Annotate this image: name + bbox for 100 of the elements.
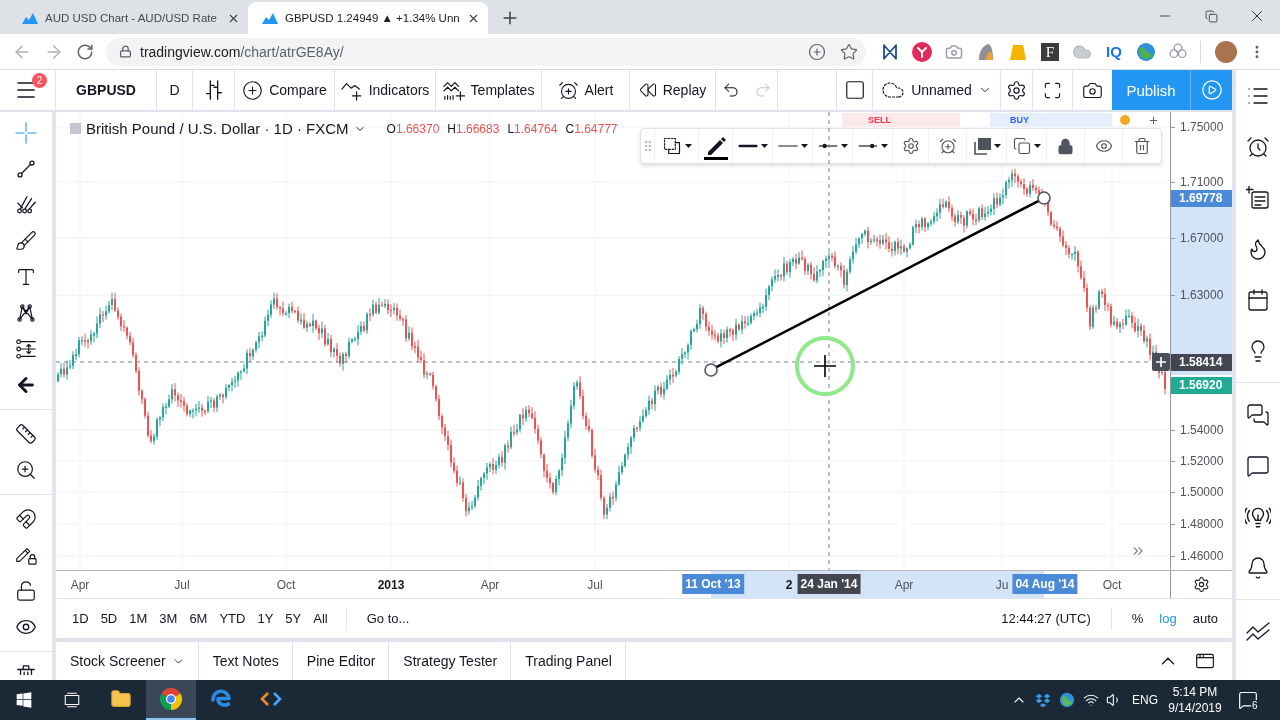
range-button[interactable]: All [307, 611, 334, 626]
wifi-icon[interactable] [1083, 692, 1099, 708]
clock-time[interactable]: 5:14 PM [1172, 685, 1218, 699]
logo-letter[interactable]: F [1041, 42, 1059, 61]
axis-label: Apr [480, 578, 500, 592]
pitchfork-icon[interactable] [15, 194, 37, 216]
go-to-button[interactable]: Go to... [358, 611, 418, 626]
range-button[interactable]: 6M [183, 611, 214, 626]
globe-icon[interactable] [1136, 41, 1156, 62]
axis-label: 1.50000 [1180, 485, 1224, 499]
restore-icon[interactable] [1204, 9, 1218, 23]
hood-logo-icon[interactable] [977, 42, 995, 61]
zoom-in-icon[interactable] [15, 459, 37, 481]
indicators-button[interactable]: Indicators [335, 70, 436, 110]
undo-icon[interactable] [721, 81, 740, 99]
axis-label: 2 [785, 578, 793, 592]
drag-handle[interactable] [1037, 191, 1051, 205]
settings-icon[interactable] [1006, 79, 1027, 101]
ruler-icon[interactable] [15, 423, 37, 445]
logo-text[interactable]: IQ [1106, 43, 1122, 60]
projection-icon[interactable] [15, 338, 37, 360]
line-end-icon[interactable] [857, 143, 878, 149]
replay-button[interactable]: Replay [630, 70, 716, 110]
chat-bubbles-icon[interactable] [1246, 402, 1270, 427]
plus-icon[interactable] [1152, 353, 1170, 371]
globe-icon[interactable] [1059, 692, 1075, 708]
pattern-icon[interactable] [15, 302, 37, 324]
layers-icon[interactable] [972, 137, 991, 155]
axis-label: Oct [1102, 578, 1122, 592]
symbol-search-button[interactable]: GBPUSD [56, 70, 157, 110]
caret-icon[interactable] [800, 144, 808, 148]
alert-button[interactable]: Alert [542, 70, 630, 110]
caret-icon[interactable] [993, 144, 1001, 148]
axis-label: 1.54000 [1180, 423, 1224, 437]
trend-line-icon[interactable] [15, 158, 37, 180]
round-logo-icon[interactable] [912, 41, 932, 62]
caret-icon[interactable] [1033, 144, 1041, 148]
square-icon[interactable] [843, 79, 866, 101]
scale-toggle[interactable]: % [1123, 611, 1152, 626]
play-icon[interactable] [1200, 79, 1223, 101]
task-view-icon[interactable] [63, 691, 81, 709]
templates-button[interactable]: Templates [436, 70, 542, 110]
eye-icon[interactable] [1094, 137, 1113, 155]
range-button[interactable]: 1D [66, 611, 95, 626]
start-menu-icon[interactable] [16, 692, 32, 708]
caret-icon[interactable] [840, 144, 848, 148]
bookmark-star-icon[interactable] [840, 42, 858, 61]
scale-toggle[interactable]: auto [1184, 611, 1226, 626]
browser-button[interactable] [146, 680, 196, 720]
magnet-icon[interactable] [15, 508, 37, 530]
axis-label: Apr [70, 578, 90, 592]
watchlist-icon[interactable] [1246, 185, 1270, 210]
caret-icon[interactable] [880, 144, 888, 148]
axis-label: 1.71000 [1180, 175, 1224, 189]
reload-icon[interactable] [76, 42, 94, 61]
add-circle-icon[interactable] [808, 42, 826, 61]
plus-icon[interactable] [1148, 114, 1159, 126]
interval-button[interactable]: D [157, 70, 193, 110]
lock-icon[interactable] [1057, 137, 1074, 155]
brush-icon[interactable] [15, 230, 37, 252]
caret-icon[interactable] [760, 144, 768, 148]
buy-button[interactable]: BUY [990, 113, 1112, 127]
range-button[interactable]: 1Y [251, 611, 280, 626]
series-title[interactable]: British Pound / U.S. Dollar · 1D · FXCM [86, 120, 349, 137]
date-tag: 24 Jan '14 [797, 574, 861, 594]
range-button[interactable]: 5D [94, 611, 124, 626]
settings-icon[interactable] [1193, 576, 1210, 593]
caret-icon[interactable] [684, 144, 692, 148]
bowtie-logo-icon[interactable] [881, 42, 899, 61]
trash-icon[interactable] [1133, 137, 1151, 155]
padlock-icon[interactable] [15, 580, 37, 602]
bell-icon[interactable] [1246, 555, 1270, 580]
chat-bubble-icon[interactable] [1246, 453, 1270, 478]
layout-button[interactable]: Unnamed [872, 70, 1000, 110]
line-start-icon[interactable] [817, 143, 838, 149]
clock-date[interactable]: 9/14/2019 [1168, 701, 1222, 715]
settings-icon[interactable] [901, 137, 920, 155]
line-width-icon[interactable] [737, 144, 758, 148]
calendar-icon[interactable] [1246, 287, 1270, 312]
square-icon [70, 123, 81, 134]
fullscreen-icon[interactable] [1043, 80, 1062, 100]
language-indicator[interactable]: ENG [1132, 693, 1158, 707]
copy-icon[interactable] [1012, 137, 1031, 155]
range-button[interactable]: 1M [123, 611, 154, 626]
range-button[interactable]: YTD [213, 611, 252, 626]
range-button[interactable]: 5Y [279, 611, 308, 626]
alarm-plus-icon[interactable] [938, 137, 957, 155]
notification-count: 6 [1251, 700, 1259, 711]
range-button[interactable]: 3M [153, 611, 184, 626]
trash-icon[interactable] [15, 663, 37, 675]
browser-tab[interactable]: AUD USD Chart - AUD/USD Rate [8, 2, 248, 34]
browser-tab[interactable]: GBPUSD 1.24949 ▲ +1.34% Unn [248, 2, 488, 34]
drag-handle[interactable] [704, 363, 718, 377]
diamonds-logo-icon[interactable] [1035, 692, 1051, 708]
address-field[interactable]: tradingview.com/chart/atrGE8Ay/ [106, 37, 866, 66]
compare-button[interactable]: Compare [235, 70, 335, 110]
text-icon[interactable] [15, 266, 37, 288]
maximize-panel-icon[interactable] [1195, 651, 1215, 671]
date-tag: 04 Aug '14 [1012, 574, 1078, 594]
select-box-icon[interactable] [661, 136, 682, 156]
